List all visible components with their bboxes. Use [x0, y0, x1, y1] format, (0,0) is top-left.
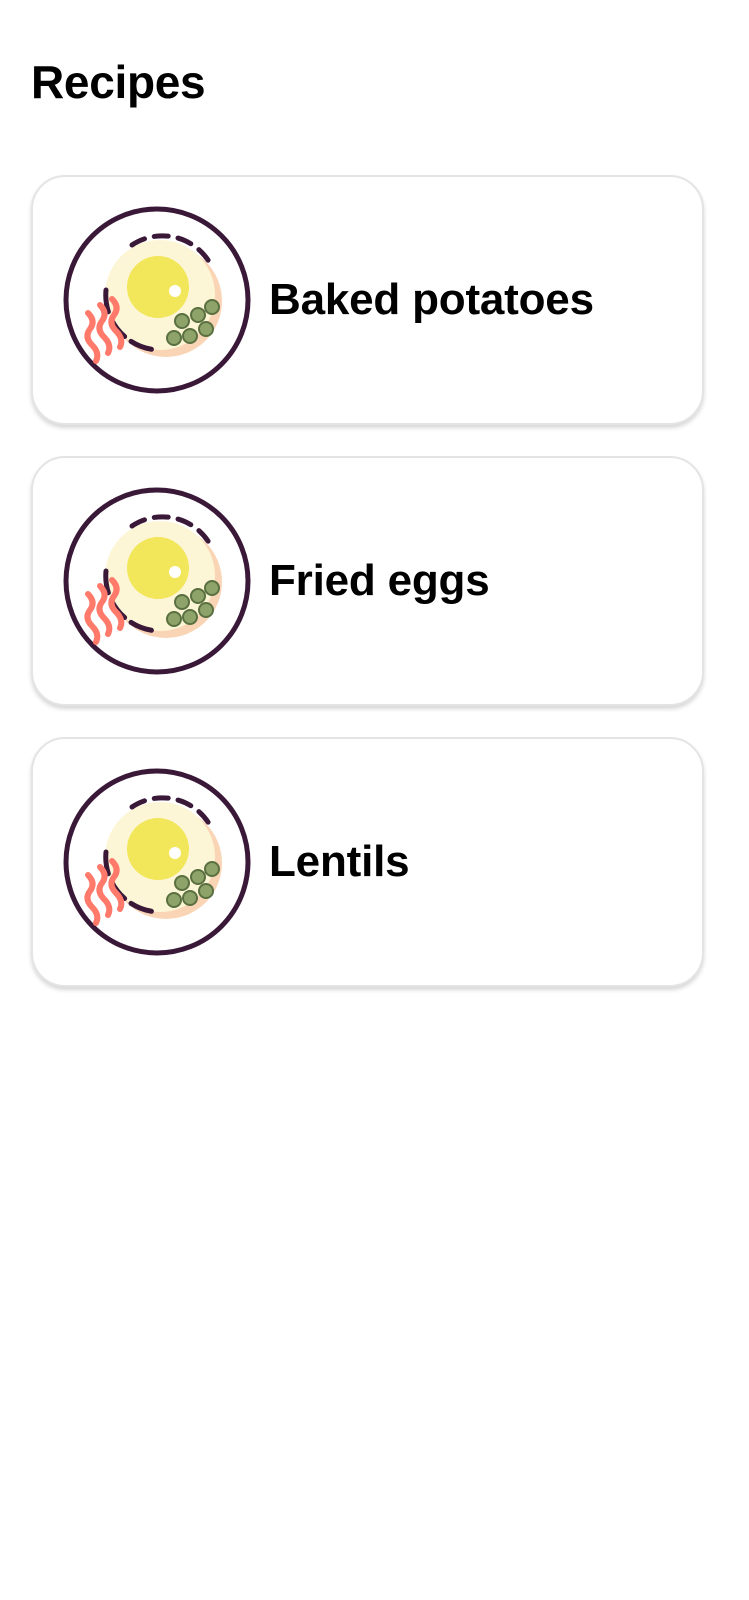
breakfast-plate-icon [62, 767, 252, 957]
recipe-name: Lentils [269, 837, 410, 886]
recipe-name: Baked potatoes [269, 275, 594, 324]
recipe-card-lentils[interactable]: Lentils [31, 737, 704, 987]
breakfast-plate-icon [62, 205, 252, 395]
page-title: Recipes [31, 56, 206, 108]
recipe-card-fried-eggs[interactable]: Fried eggs [31, 456, 704, 706]
breakfast-plate-icon [62, 486, 252, 676]
recipe-list: Baked potatoes Fried eggs Lentils [31, 175, 704, 987]
recipe-name: Fried eggs [269, 556, 490, 605]
recipe-card-baked-potatoes[interactable]: Baked potatoes [31, 175, 704, 425]
